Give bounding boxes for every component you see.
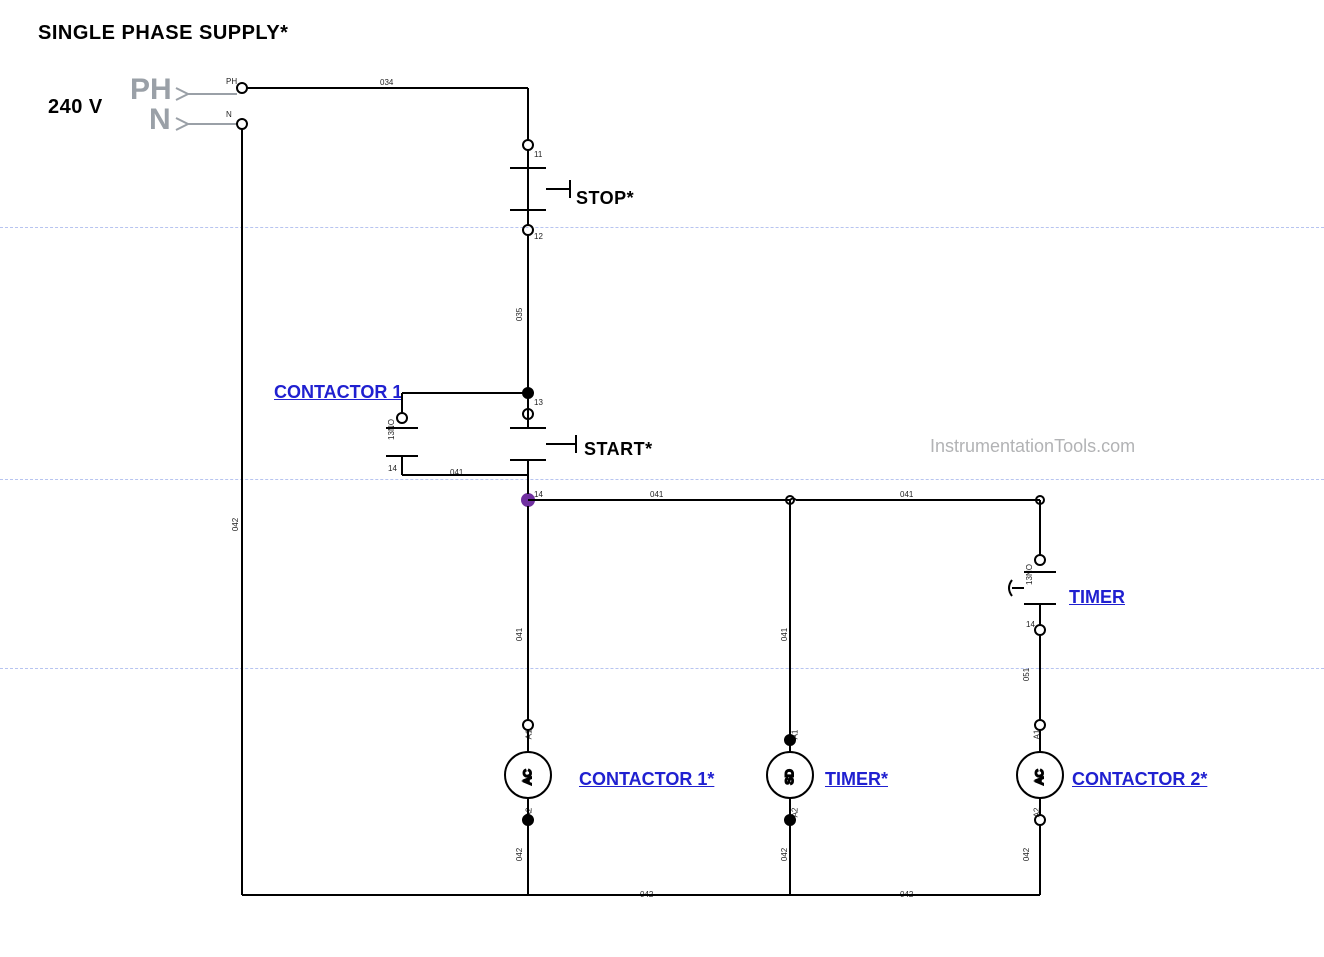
coil-ac-2: AC xyxy=(1034,769,1046,784)
coil-sd: SD xyxy=(784,769,796,784)
coil-ac-1: AC xyxy=(522,769,534,784)
schematic-svg: AC SD AC xyxy=(0,0,1324,957)
